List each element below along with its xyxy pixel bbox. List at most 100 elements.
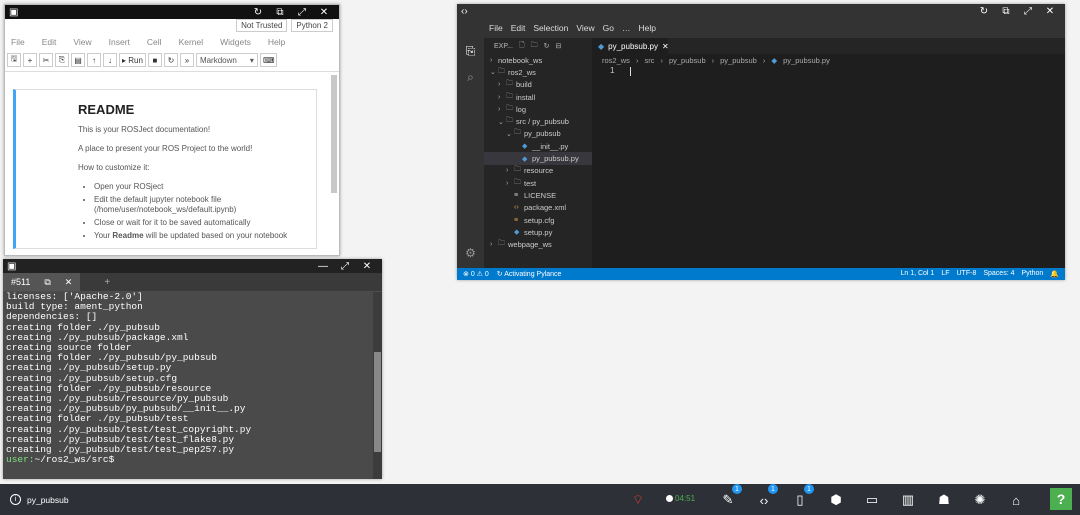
terminal-output[interactable]: licenses: ['Apache-2.0'] build type: amen… <box>3 292 373 479</box>
tree-item[interactable]: ≡ LICENSE <box>484 189 592 201</box>
problems-indicator[interactable]: ⊗ 0 ⚠ 0 <box>463 270 489 278</box>
openai-icon[interactable]: ✺ <box>970 490 990 510</box>
tree-item[interactable]: ‹› package.xml <box>484 202 592 214</box>
menu-view[interactable]: View <box>576 23 594 33</box>
eol-indicator[interactable]: LF <box>941 270 949 278</box>
move-up-icon[interactable]: ↑ <box>87 53 101 67</box>
scrollbar[interactable] <box>331 75 337 193</box>
stop-icon[interactable]: ■ <box>147 53 162 67</box>
tree-item[interactable]: › 🗀 log <box>484 103 592 115</box>
tree-item[interactable]: ⌄ 🗀 py_pubsub <box>484 128 592 140</box>
gazebo-icon[interactable]: ⬢ <box>826 490 846 510</box>
new-tab-icon[interactable]: + <box>104 277 110 288</box>
keyboard-icon[interactable]: ⌨ <box>259 53 278 67</box>
run-button[interactable]: ▸ Run <box>119 53 146 67</box>
help-button[interactable]: ? <box>1050 488 1072 510</box>
scrollbar[interactable] <box>373 292 382 479</box>
book-icon[interactable]: ▥ <box>898 490 918 510</box>
explorer-icon[interactable]: ⎘ <box>457 38 484 64</box>
menu-insert[interactable]: Insert <box>109 37 130 47</box>
open-external-icon[interactable]: ⧉ <box>269 7 291 18</box>
move-down-icon[interactable]: ↓ <box>103 53 117 67</box>
save-icon[interactable]: 🖫 <box>7 53 21 67</box>
tree-item[interactable]: › 🗀 resource <box>484 165 592 177</box>
tree-item[interactable]: ◆ __init__.py <box>484 140 592 152</box>
minimize-icon[interactable]: — <box>312 261 334 272</box>
notebook-icon[interactable]: ✎ 1 <box>718 484 742 510</box>
kernel-indicator[interactable]: Python 2 <box>291 19 333 32</box>
project-info[interactable]: i py_pubsub <box>10 494 69 505</box>
cursor-position[interactable]: Ln 1, Col 1 <box>900 270 934 278</box>
home-icon[interactable]: ⌂ <box>1006 490 1026 510</box>
paste-icon[interactable]: ▤ <box>71 53 85 67</box>
bell-icon[interactable]: 🔔 <box>1050 270 1059 278</box>
settings-gear-icon[interactable]: ⚙ <box>457 240 484 266</box>
new-folder-icon[interactable]: 🗀 <box>531 41 538 52</box>
close-tab-icon[interactable]: ✕ <box>662 42 669 51</box>
collapse-icon[interactable]: ⊟ <box>555 42 561 50</box>
scrollbar-thumb[interactable] <box>374 352 381 452</box>
breadcrumb-item[interactable]: ros2_ws <box>602 56 630 65</box>
menu-view[interactable]: View <box>73 37 91 47</box>
close-icon[interactable]: ✕ <box>356 261 378 272</box>
maximize-icon[interactable]: ⤢ <box>291 7 313 18</box>
popout-icon[interactable]: ⧉ <box>44 277 50 288</box>
cut-icon[interactable]: ✂ <box>39 53 53 67</box>
breadcrumb-item[interactable]: py_pubsub.py <box>783 56 830 65</box>
menu-help[interactable]: Help <box>638 23 655 33</box>
more-menu-icon[interactable]: … <box>622 23 631 33</box>
menu-go[interactable]: Go <box>603 23 614 33</box>
tree-item[interactable]: ⌄ 🗀 src / py_pubsub <box>484 115 592 127</box>
code-editor[interactable]: 1 <box>592 66 1065 268</box>
menu-cell[interactable]: Cell <box>147 37 162 47</box>
markdown-cell[interactable]: README This is your ROSJect documentatio… <box>13 89 317 249</box>
copy-icon[interactable]: ⎘ <box>55 53 69 67</box>
refresh-icon[interactable]: ↻ <box>544 42 550 50</box>
menu-widgets[interactable]: Widgets <box>220 37 251 47</box>
menu-edit[interactable]: Edit <box>42 37 57 47</box>
desktop-icon[interactable]: ▭ <box>862 490 882 510</box>
cell-type-select[interactable]: Markdown ▾ <box>195 53 258 67</box>
close-tab-icon[interactable]: ✕ <box>65 277 73 288</box>
close-icon[interactable]: ✕ <box>1039 6 1061 17</box>
terminal-tab[interactable]: #511 ⧉ ✕ <box>3 273 81 291</box>
tree-item[interactable]: ◆ setup.py <box>484 226 592 238</box>
breadcrumb-item[interactable]: py_pubsub <box>669 56 706 65</box>
menu-selection[interactable]: Selection <box>533 23 568 33</box>
tree-item[interactable]: › 🗀 webpage_ws <box>484 238 592 250</box>
menu-file[interactable]: File <box>489 23 503 33</box>
open-external-icon[interactable]: ⧉ <box>995 6 1017 17</box>
fast-forward-icon[interactable]: » <box>179 53 194 67</box>
tree-item[interactable]: › 🗀 test <box>484 177 592 189</box>
refresh-icon[interactable]: ↻ <box>247 7 269 18</box>
tree-item[interactable]: › 🗀 build <box>484 79 592 91</box>
menu-edit[interactable]: Edit <box>511 23 526 33</box>
search-icon[interactable]: ⌕ <box>457 64 484 90</box>
breadcrumb-item[interactable]: src <box>644 56 654 65</box>
refresh-icon[interactable]: ↻ <box>973 6 995 17</box>
tree-item[interactable]: ◆ py_pubsub.py <box>484 152 592 165</box>
encoding-indicator[interactable]: UTF-8 <box>957 270 977 278</box>
tree-item[interactable]: ⌄ 🗀 ros2_ws <box>484 66 592 78</box>
breadcrumb-item[interactable]: py_pubsub <box>720 56 757 65</box>
indent-indicator[interactable]: Spaces: 4 <box>983 270 1014 278</box>
tree-item[interactable]: › 🗀 install <box>484 91 592 103</box>
tab-py-pubsub[interactable]: ◆ py_pubsub.py ✕ <box>592 38 669 54</box>
tree-item[interactable]: ≡ setup.cfg <box>484 214 592 226</box>
menu-help[interactable]: Help <box>268 37 285 47</box>
new-file-icon[interactable]: 🗋 <box>519 41 525 52</box>
maximize-icon[interactable]: ⤢ <box>334 261 356 272</box>
tree-item[interactable]: › notebook_ws <box>484 54 592 66</box>
trust-indicator[interactable]: Not Trusted <box>236 19 288 32</box>
code-editor-icon[interactable]: ‹› 1 <box>754 484 778 510</box>
restart-icon[interactable]: ↻ <box>163 53 178 67</box>
menu-kernel[interactable]: Kernel <box>179 37 204 47</box>
connection-icon[interactable]: ⌔ <box>628 490 648 510</box>
add-cell-icon[interactable]: + <box>23 53 37 67</box>
close-icon[interactable]: ✕ <box>313 7 335 18</box>
maximize-icon[interactable]: ⤢ <box>1017 6 1039 17</box>
terminal-icon[interactable]: ▯ 1 <box>790 484 814 510</box>
robot-icon[interactable]: ☗ <box>934 490 954 510</box>
menu-file[interactable]: File <box>11 37 25 47</box>
language-indicator[interactable]: Python <box>1021 270 1043 278</box>
